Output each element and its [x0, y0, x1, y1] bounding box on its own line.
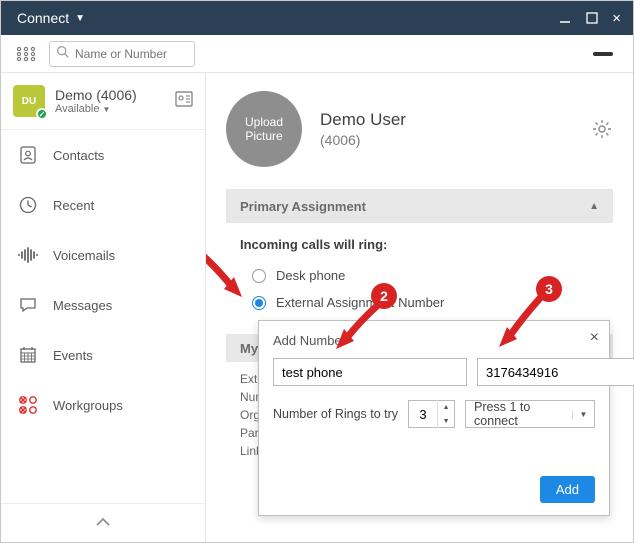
sidebar: DU ✓ Demo (4006) Available ▼ [1, 73, 206, 542]
collapse-button[interactable] [1, 503, 205, 542]
profile-block: DU ✓ Demo (4006) Available ▼ [1, 73, 205, 130]
add-number-dialog: Add Number × Number of Rings to try ▲ ▼ … [258, 320, 610, 516]
radio-icon [252, 269, 266, 283]
voicemail-icon [17, 244, 39, 266]
rings-value[interactable] [409, 407, 437, 422]
search-input[interactable] [75, 47, 188, 61]
section-primary-assignment[interactable]: Primary Assignment ▲ [226, 189, 613, 223]
radio-icon [252, 296, 266, 310]
clock-icon [17, 194, 39, 216]
chevron-down-icon: ▼ [102, 105, 110, 114]
rings-label: Number of Rings to try [273, 407, 398, 421]
gear-icon[interactable] [591, 118, 613, 140]
sidebar-item-workgroups[interactable]: Workgroups [1, 380, 205, 430]
sidebar-item-label: Contacts [53, 148, 104, 163]
toolbar [1, 35, 633, 73]
number-input[interactable] [477, 358, 634, 386]
maximize-button[interactable] [582, 10, 602, 26]
rings-spinner[interactable]: ▲ ▼ [408, 400, 455, 428]
section-title: Primary Assignment [240, 199, 366, 214]
sidebar-item-label: Messages [53, 298, 112, 313]
sidebar-item-label: Events [53, 348, 93, 363]
sidebar-item-events[interactable]: Events [1, 330, 205, 380]
radio-desk-phone[interactable]: Desk phone [240, 262, 599, 289]
incoming-calls-label: Incoming calls will ring: [240, 237, 599, 252]
contact-card-icon[interactable] [175, 91, 193, 112]
presence-icon: ✓ [36, 108, 48, 120]
radio-external-number[interactable]: External Assignment Number [240, 289, 599, 316]
contacts-icon [17, 144, 39, 166]
dialog-title: Add Number [273, 333, 595, 348]
messages-icon [17, 294, 39, 316]
search-box[interactable] [49, 41, 195, 67]
title-chevron-down-icon[interactable]: ▼ [75, 13, 85, 24]
minimize-button[interactable] [554, 9, 576, 27]
sidebar-item-contacts[interactable]: Contacts [1, 130, 205, 180]
calendar-icon [17, 344, 39, 366]
avatar[interactable]: DU ✓ [13, 85, 45, 117]
user-extension: (4006) [320, 132, 573, 148]
profile-name: Demo (4006) [55, 87, 165, 103]
sidebar-item-messages[interactable]: Messages [1, 280, 205, 330]
sidebar-item-recent[interactable]: Recent [1, 180, 205, 230]
app-title: Connect [17, 10, 69, 26]
add-button[interactable]: Add [540, 476, 595, 503]
label-input[interactable] [273, 358, 467, 386]
sidebar-item-label: Voicemails [53, 248, 115, 263]
spinner-down-icon[interactable]: ▼ [438, 414, 454, 428]
sidebar-item-voicemails[interactable]: Voicemails [1, 230, 205, 280]
dialpad-icon[interactable] [13, 43, 39, 65]
titlebar: Connect ▼ × [1, 1, 633, 35]
connect-mode-dropdown[interactable]: Press 1 to connect ▼ [465, 400, 595, 428]
chevron-down-icon[interactable]: ▼ [572, 410, 594, 419]
collapse-icon: ▲ [589, 201, 599, 212]
close-icon[interactable]: × [590, 329, 599, 347]
combo-value: Press 1 to connect [466, 400, 572, 428]
spinner-up-icon[interactable]: ▲ [438, 400, 454, 414]
compact-toggle-button[interactable] [593, 52, 613, 56]
close-button[interactable]: × [608, 8, 625, 29]
user-name: Demo User [320, 110, 573, 130]
upload-picture-button[interactable]: Upload Picture [226, 91, 302, 167]
workgroups-icon [17, 394, 39, 416]
search-icon [56, 45, 69, 63]
sidebar-item-label: Recent [53, 198, 94, 213]
chevron-up-icon [95, 514, 111, 532]
status-dropdown[interactable]: Available ▼ [55, 103, 165, 115]
sidebar-item-label: Workgroups [53, 398, 123, 413]
